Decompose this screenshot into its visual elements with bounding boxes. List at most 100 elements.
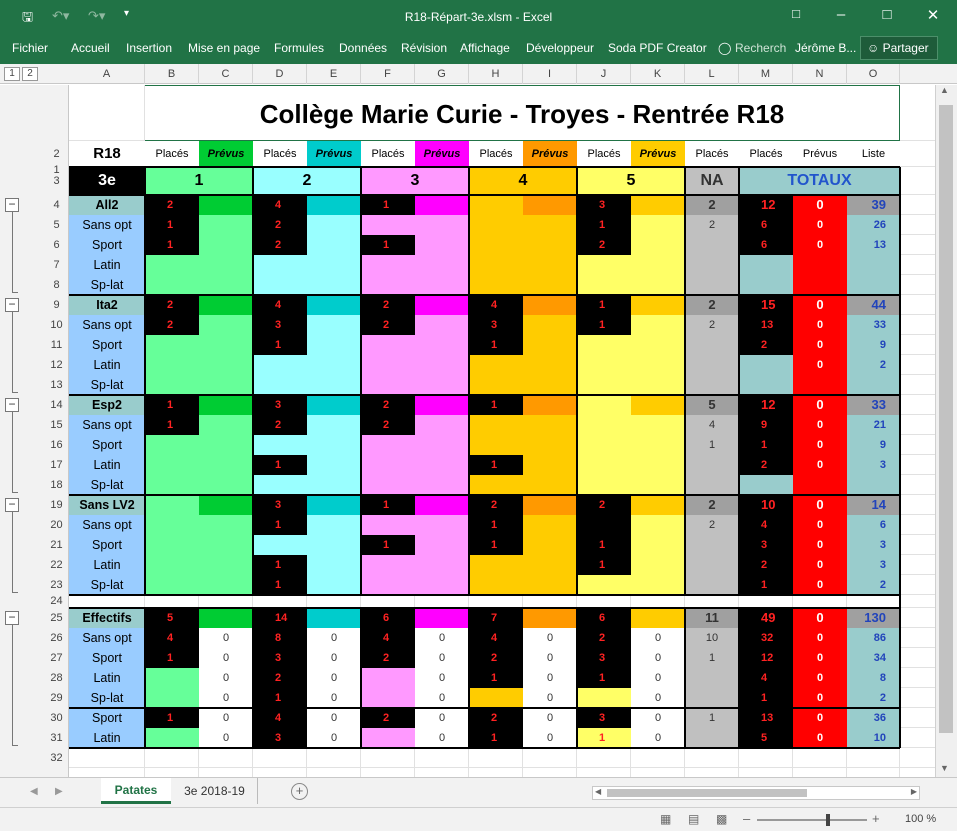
cell-j18[interactable] bbox=[577, 475, 631, 495]
value-e27[interactable]: 0 bbox=[307, 648, 361, 668]
cell-f8[interactable] bbox=[361, 275, 415, 295]
cell-b23[interactable] bbox=[145, 575, 199, 595]
value-h25[interactable]: 7 bbox=[469, 608, 523, 628]
value-f25[interactable]: 6 bbox=[361, 608, 415, 628]
value-f4[interactable]: 1 bbox=[361, 195, 415, 215]
cell-h15[interactable] bbox=[469, 415, 523, 435]
value-d22[interactable]: 1 bbox=[253, 555, 307, 575]
sheet-tab-3e-2018-19[interactable]: 3e 2018-19 bbox=[172, 778, 258, 804]
value-f10[interactable]: 2 bbox=[361, 315, 415, 335]
header-c-row2[interactable]: Prévus bbox=[199, 141, 253, 167]
value-n29[interactable]: 0 bbox=[793, 688, 847, 708]
value-j19[interactable]: 2 bbox=[577, 495, 631, 515]
tab-revision[interactable]: Révision bbox=[401, 41, 447, 55]
collapse-group-row-14-button[interactable]: − bbox=[5, 398, 19, 412]
cell-f28[interactable] bbox=[361, 668, 415, 688]
cell-g16[interactable] bbox=[415, 435, 469, 455]
value-i31[interactable]: 0 bbox=[523, 728, 577, 748]
row-header-4[interactable]: 4 bbox=[44, 195, 69, 215]
value-k27[interactable]: 0 bbox=[631, 648, 685, 668]
header-f-row2[interactable]: Placés bbox=[361, 141, 415, 167]
cell-d21[interactable] bbox=[253, 535, 307, 555]
header-i-row2[interactable]: Prévus bbox=[523, 141, 577, 167]
cell-k8[interactable] bbox=[631, 275, 685, 295]
cell-c4[interactable] bbox=[199, 195, 253, 215]
row-label-31[interactable]: Latin bbox=[69, 728, 145, 748]
column-header-m[interactable]: M bbox=[739, 64, 793, 84]
row-label-7[interactable]: Latin bbox=[69, 255, 145, 275]
value-f27[interactable]: 2 bbox=[361, 648, 415, 668]
cell-f13[interactable] bbox=[361, 375, 415, 395]
value-b10[interactable]: 2 bbox=[145, 315, 199, 335]
cell-g14[interactable] bbox=[415, 395, 469, 415]
cell-h16[interactable] bbox=[469, 435, 523, 455]
row-label-9[interactable]: Ita2 bbox=[69, 295, 145, 315]
value-h11[interactable]: 1 bbox=[469, 335, 523, 355]
cell-j7[interactable] bbox=[577, 255, 631, 275]
outline-level-1-button[interactable]: 1 bbox=[4, 67, 20, 81]
cell-h6[interactable] bbox=[469, 235, 523, 255]
value-j30[interactable]: 3 bbox=[577, 708, 631, 728]
cell-f31[interactable] bbox=[361, 728, 415, 748]
cell-j29[interactable] bbox=[577, 688, 631, 708]
value-d26[interactable]: 8 bbox=[253, 628, 307, 648]
value-j31[interactable]: 1 bbox=[577, 728, 631, 748]
cell-n13[interactable] bbox=[793, 375, 847, 395]
value-d23[interactable]: 1 bbox=[253, 575, 307, 595]
row-header-8[interactable]: 8 bbox=[44, 275, 69, 295]
cell-c13[interactable] bbox=[199, 375, 253, 395]
cell-g25[interactable] bbox=[415, 608, 469, 628]
header-b-row2[interactable]: Placés bbox=[145, 141, 199, 167]
cell-e6[interactable] bbox=[307, 235, 361, 255]
cell-c10[interactable] bbox=[199, 315, 253, 335]
cell-e18[interactable] bbox=[307, 475, 361, 495]
value-c28[interactable]: 0 bbox=[199, 668, 253, 688]
value-b14[interactable]: 1 bbox=[145, 395, 199, 415]
value-h9[interactable]: 4 bbox=[469, 295, 523, 315]
value-l5[interactable]: 2 bbox=[685, 215, 739, 235]
cell-e5[interactable] bbox=[307, 215, 361, 235]
row-label-28[interactable]: Latin bbox=[69, 668, 145, 688]
value-e28[interactable]: 0 bbox=[307, 668, 361, 688]
cell-h23[interactable] bbox=[469, 575, 523, 595]
value-f30[interactable]: 2 bbox=[361, 708, 415, 728]
class-header-3[interactable]: 3 bbox=[361, 167, 469, 195]
cell-j12[interactable] bbox=[577, 355, 631, 375]
value-o10[interactable]: 33 bbox=[847, 315, 900, 335]
cell-e21[interactable] bbox=[307, 535, 361, 555]
header-d-row2[interactable]: Placés bbox=[253, 141, 307, 167]
value-h30[interactable]: 2 bbox=[469, 708, 523, 728]
row-label-10[interactable]: Sans opt bbox=[69, 315, 145, 335]
tab-insertion[interactable]: Insertion bbox=[126, 41, 172, 55]
cell-e14[interactable] bbox=[307, 395, 361, 415]
value-g29[interactable]: 0 bbox=[415, 688, 469, 708]
row-label-21[interactable]: Sport bbox=[69, 535, 145, 555]
value-k29[interactable]: 0 bbox=[631, 688, 685, 708]
value-m25[interactable]: 49 bbox=[739, 608, 793, 628]
value-h21[interactable]: 1 bbox=[469, 535, 523, 555]
column-header-e[interactable]: E bbox=[307, 64, 361, 84]
value-j28[interactable]: 1 bbox=[577, 668, 631, 688]
value-m9[interactable]: 15 bbox=[739, 295, 793, 315]
value-b15[interactable]: 1 bbox=[145, 415, 199, 435]
cell-e4[interactable] bbox=[307, 195, 361, 215]
value-m27[interactable]: 12 bbox=[739, 648, 793, 668]
class-header-4[interactable]: 4 bbox=[469, 167, 577, 195]
cell-i22[interactable] bbox=[523, 555, 577, 575]
value-b5[interactable]: 1 bbox=[145, 215, 199, 235]
cell-k13[interactable] bbox=[631, 375, 685, 395]
value-m17[interactable]: 2 bbox=[739, 455, 793, 475]
cell-g8[interactable] bbox=[415, 275, 469, 295]
column-header-o[interactable]: O bbox=[847, 64, 900, 84]
value-f14[interactable]: 2 bbox=[361, 395, 415, 415]
value-b26[interactable]: 4 bbox=[145, 628, 199, 648]
cell-h4[interactable] bbox=[469, 195, 523, 215]
value-c26[interactable]: 0 bbox=[199, 628, 253, 648]
cell-l12[interactable] bbox=[685, 355, 739, 375]
value-n10[interactable]: 0 bbox=[793, 315, 847, 335]
row-label-5[interactable]: Sans opt bbox=[69, 215, 145, 235]
value-k26[interactable]: 0 bbox=[631, 628, 685, 648]
tab-mise-en-page[interactable]: Mise en page bbox=[188, 41, 260, 55]
cell-l6[interactable] bbox=[685, 235, 739, 255]
cell-f18[interactable] bbox=[361, 475, 415, 495]
